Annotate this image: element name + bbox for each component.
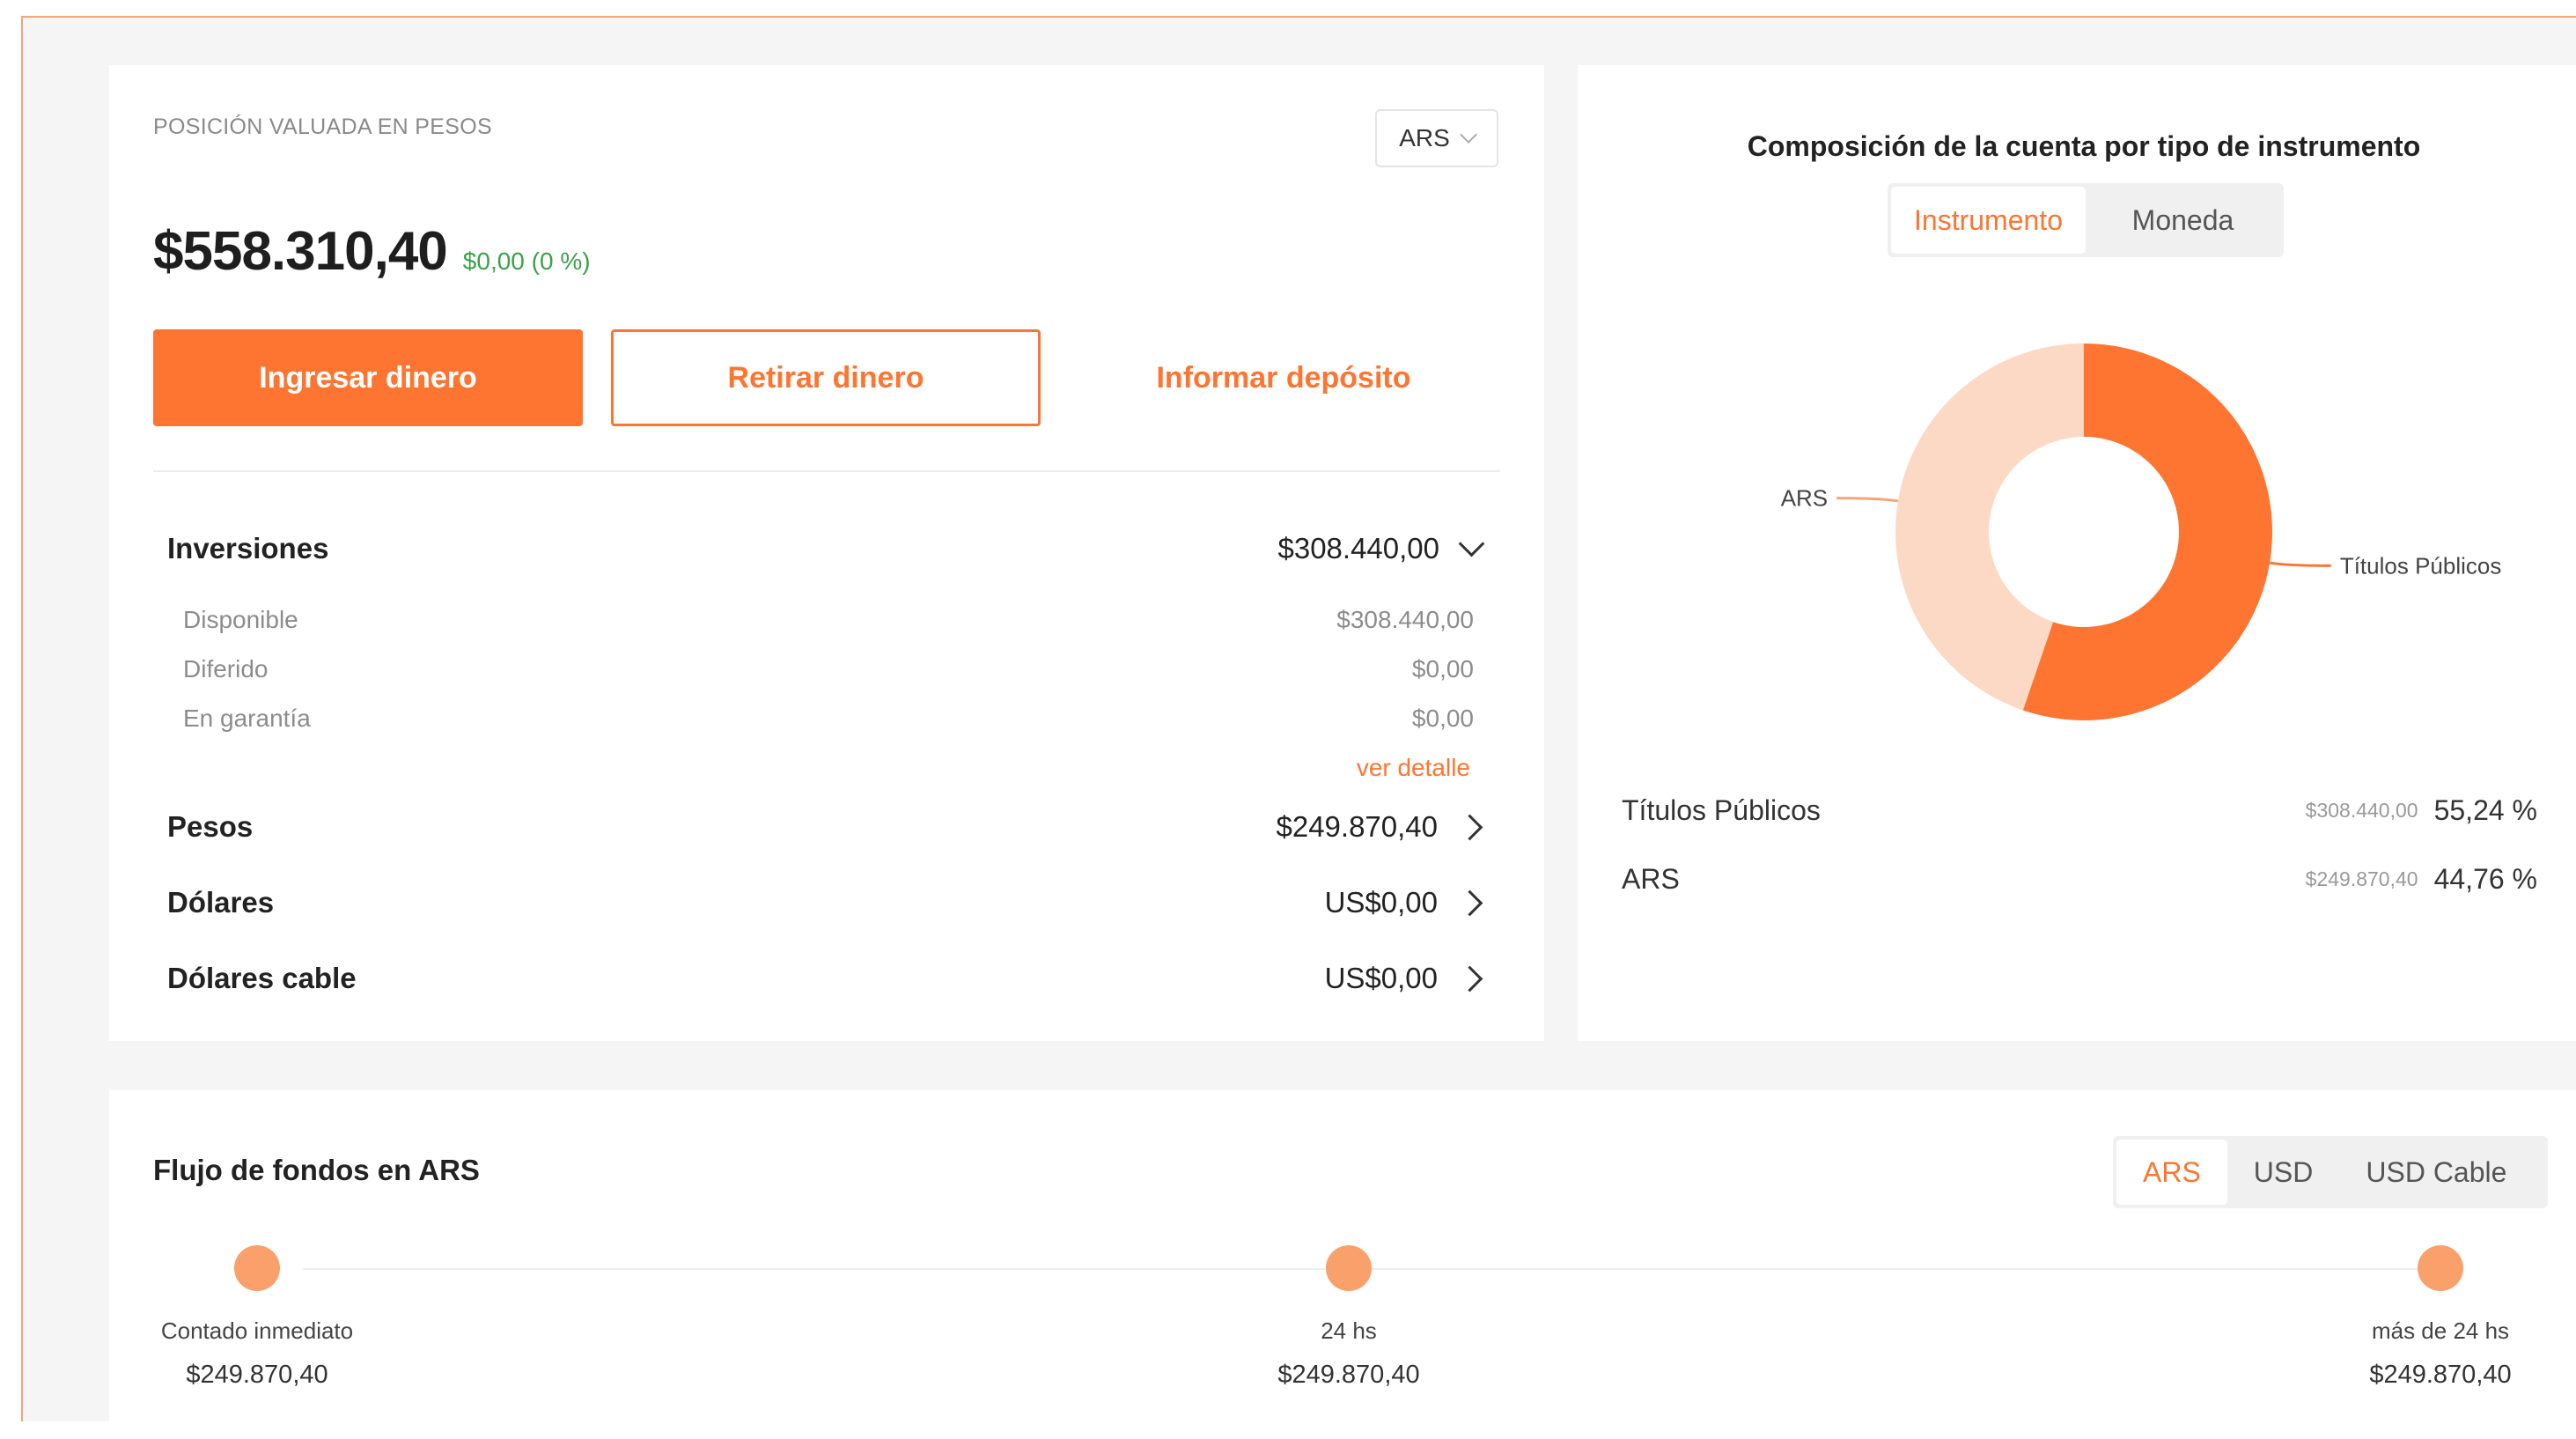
donut-label: Títulos Públicos	[2340, 552, 2502, 579]
account-label: Pesos	[167, 810, 254, 843]
funds-flow-card: Flujo de fondos en ARS ARS USD USD Cable…	[109, 1090, 2576, 1439]
flow-currency-tabs: ARS USD USD Cable	[2113, 1136, 2548, 1208]
detail-row-diferido: Diferido $0,00	[183, 655, 1474, 683]
detail-label: En garantía	[183, 705, 311, 732]
account-row-dolares[interactable]: Dólares US$0,00	[167, 886, 1488, 919]
composition-donut-chart: Títulos Públicos ARS	[1781, 343, 2502, 720]
detail-row-disponible: Disponible $308.440,00	[183, 606, 1474, 634]
flow-title: Flujo de fondos en ARS	[153, 1154, 480, 1186]
account-value: US$0,00	[1324, 886, 1438, 919]
composition-amount: $249.870,40	[2305, 867, 2418, 890]
account-value: US$0,00	[1324, 962, 1438, 994]
composition-row-ars: ARS $249.870,40 44,76 %	[1622, 863, 2537, 896]
inform-deposit-link[interactable]: Informar depósito	[1069, 329, 1498, 426]
chevron-down-icon[interactable]	[1458, 530, 1485, 557]
donut-label-line	[1836, 497, 1899, 503]
donut-label: ARS	[1781, 485, 1828, 512]
withdraw-button[interactable]: Retirar dinero	[611, 329, 1041, 426]
divider	[153, 470, 1500, 472]
detail-label: Disponible	[183, 606, 298, 633]
flow-point-value: $249.870,40	[1277, 1361, 1420, 1389]
flow-dot	[2418, 1245, 2463, 1291]
account-row-pesos[interactable]: Pesos $249.870,40	[167, 810, 1488, 844]
flow-point-label: más de 24 hs	[2371, 1317, 2510, 1344]
composition-percent: 55,24 %	[2433, 794, 2537, 826]
app-frame: POSICIÓN VALUADA EN PESOS ARS $558.310,4…	[21, 16, 2576, 1439]
position-label: POSICIÓN VALUADA EN PESOS	[153, 114, 492, 139]
flow-point-24hs: 24 hs $249.870,40	[1173, 1317, 1525, 1390]
account-label: Dólares	[167, 886, 275, 919]
account-value: $249.870,40	[1276, 810, 1438, 843]
flow-point-value: $249.870,40	[186, 1361, 328, 1389]
flow-point-value: $249.870,40	[2369, 1361, 2512, 1389]
chevron-right-icon[interactable]	[1456, 965, 1483, 992]
donut-label-line	[2269, 561, 2331, 567]
currency-select[interactable]: ARS	[1375, 109, 1498, 167]
flow-point-mas-24hs: más de 24 hs $249.870,40	[2264, 1317, 2576, 1390]
position-card: POSICIÓN VALUADA EN PESOS ARS $558.310,4…	[109, 65, 1544, 1041]
chevron-right-icon[interactable]	[1456, 889, 1483, 916]
account-row-dolares-cable[interactable]: Dólares cable US$0,00	[167, 962, 1488, 995]
chevron-down-icon	[1459, 126, 1477, 144]
inversiones-value: $308.440,00	[1277, 532, 1439, 565]
inversiones-label: Inversiones	[167, 532, 329, 565]
flow-point-label: Contado inmediato	[160, 1317, 354, 1344]
detail-value: $308.440,00	[1336, 606, 1474, 633]
detail-value: $0,00	[1411, 705, 1474, 732]
tab-usd-cable[interactable]: USD Cable	[2339, 1140, 2533, 1205]
tab-usd[interactable]: USD	[2227, 1140, 2340, 1205]
ver-detalle-link[interactable]: ver detalle	[1357, 754, 1470, 782]
deposit-button[interactable]: Ingresar dinero	[153, 329, 583, 426]
chevron-right-icon[interactable]	[1456, 814, 1483, 840]
detail-label: Diferido	[183, 655, 269, 683]
tab-ars[interactable]: ARS	[2116, 1140, 2227, 1205]
composition-card: Composición de la cuenta por tipo de ins…	[1578, 65, 2576, 1041]
composition-name: ARS	[1622, 863, 1680, 895]
composition-amount: $308.440,00	[2305, 799, 2418, 822]
inversiones-row[interactable]: Inversiones $308.440,00	[167, 530, 1488, 565]
flow-dot	[234, 1245, 280, 1291]
composition-percent: 44,76 %	[2433, 863, 2537, 895]
composition-row-titulos: Títulos Públicos $308.440,00 55,24 %	[1622, 794, 2537, 827]
total-change: $0,00 (0 %)	[462, 247, 591, 275]
composition-name: Títulos Públicos	[1622, 794, 1821, 826]
flow-point-label: 24 hs	[1321, 1317, 1377, 1344]
total-amount: $558.310,40	[153, 221, 448, 282]
detail-value: $0,00	[1411, 655, 1474, 683]
flow-dot	[1326, 1245, 1372, 1291]
total-balance: $558.310,40 $0,00 (0 %)	[153, 220, 591, 283]
account-label: Dólares cable	[167, 962, 357, 994]
flow-point-contado: Contado inmediato $249.870,40	[81, 1317, 433, 1390]
detail-row-en-garantia: En garantía $0,00	[183, 705, 1474, 733]
currency-select-value: ARS	[1399, 124, 1450, 151]
